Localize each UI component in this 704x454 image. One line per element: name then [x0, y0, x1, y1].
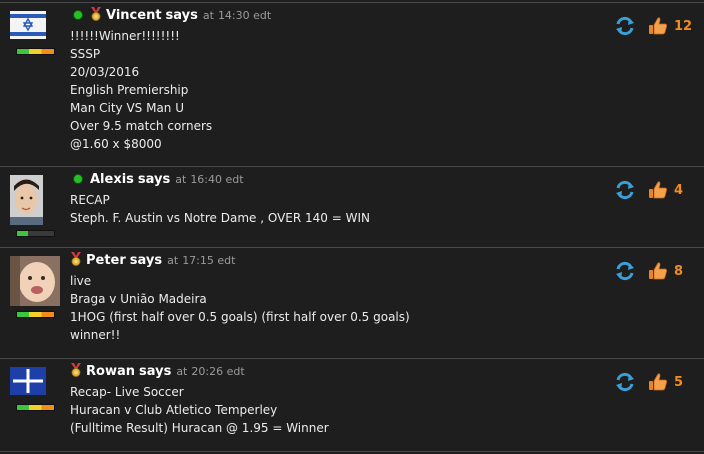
baby-photo-avatar[interactable] [10, 256, 60, 306]
thumbs-up-icon[interactable] [648, 372, 668, 392]
alexis-photo-avatar[interactable] [10, 175, 43, 225]
refresh-icon[interactable] [614, 15, 636, 37]
rank-bar-fill [17, 49, 54, 54]
author-name[interactable]: Peter [86, 253, 126, 268]
comment-header: Peter says at 17:15 edt [70, 251, 235, 269]
comment-line: SSSP [70, 47, 101, 61]
comment-line: @1.60 x $8000 [70, 137, 162, 151]
comment-divider [0, 247, 704, 248]
author-name[interactable]: Rowan [86, 364, 135, 379]
at-label: at [176, 364, 188, 378]
rank-bar [16, 48, 55, 55]
comment-actions: 12 [614, 15, 692, 37]
comment-header: Alexis says at 16:40 edt [70, 170, 244, 188]
refresh-icon[interactable] [614, 371, 636, 393]
author-name[interactable]: Vincent [106, 8, 162, 23]
comment-timestamp[interactable]: 20:26 edt [191, 365, 244, 378]
like-count: 12 [674, 18, 693, 34]
comment-body: !!!!!!Winner!!!!!!!! SSSP 20/03/2016 Englis… [70, 27, 212, 153]
comment-line: (Fulltime Result) Huracan @ 1.95 = Winne… [70, 421, 329, 435]
comment-line: Huracan v Club Atletico Temperley [70, 403, 278, 417]
like-count: 4 [674, 182, 684, 198]
medal-icon [70, 362, 82, 380]
says-label: says [129, 252, 163, 268]
online-status-icon [73, 10, 83, 20]
eureka-flag-avatar[interactable] [10, 367, 46, 395]
comment-line: !!!!!!Winner!!!!!!!! [70, 29, 180, 43]
comment-timestamp[interactable]: 14:30 edt [218, 9, 271, 22]
comment-divider [0, 358, 704, 359]
refresh-icon[interactable] [614, 260, 636, 282]
comment-actions: 4 [614, 179, 683, 201]
comment-body: Recap- Live Soccer Huracan v Club Atletic… [70, 383, 329, 437]
comment-body: live Braga v União Madeira 1HOG (first hal… [70, 272, 410, 344]
says-label: says [137, 171, 171, 187]
comment-header: Vincent says at 14:30 edt [70, 6, 271, 24]
comment-divider [0, 166, 704, 167]
israel-flag-avatar[interactable] [10, 11, 46, 39]
at-label: at [202, 8, 214, 22]
like-count: 5 [674, 374, 684, 390]
comment-line: 1HOG (first half over 0.5 goals) (first … [70, 310, 410, 324]
thumbs-up-icon[interactable] [648, 261, 668, 281]
at-label: at [175, 172, 187, 186]
comment-actions: 8 [614, 260, 683, 282]
rank-bar-fill [17, 231, 29, 236]
comment-actions: 5 [614, 371, 683, 393]
rank-bar [16, 404, 55, 411]
comment-line: Braga v União Madeira [70, 292, 207, 306]
says-label: says [138, 363, 172, 379]
says-label: says [165, 7, 198, 23]
comment-body: RECAP Steph. F. Austin vs Notre Dame , OV… [70, 191, 370, 227]
comment-line: Over 9.5 match corners [70, 119, 213, 133]
like-count: 8 [674, 263, 684, 279]
top-divider [0, 2, 704, 3]
rank-bar [16, 311, 55, 318]
comment-line: RECAP [70, 193, 110, 207]
medal-icon [90, 6, 102, 24]
comment-line: English Premiership [70, 83, 189, 97]
rank-bar-fill [17, 405, 54, 410]
online-status-icon [73, 174, 83, 184]
medal-icon [70, 251, 82, 269]
rank-bar [16, 230, 55, 237]
comment-timestamp[interactable]: 16:40 edt [190, 173, 243, 186]
thumbs-up-icon[interactable] [648, 16, 668, 36]
comment-line: Recap- Live Soccer [70, 385, 184, 399]
thumbs-up-icon[interactable] [648, 180, 668, 200]
at-label: at [167, 253, 179, 267]
comment-line: Man City VS Man U [70, 101, 185, 115]
comment-timestamp[interactable]: 17:15 edt [182, 254, 235, 267]
comment-line: 20/03/2016 [70, 65, 140, 79]
refresh-icon[interactable] [614, 179, 636, 201]
comment-divider [0, 451, 704, 452]
comment-header: Rowan says at 20:26 edt [70, 362, 245, 380]
comment-line: live [70, 274, 92, 288]
rank-bar-fill [17, 312, 54, 317]
comment-line: winner!! [70, 328, 121, 342]
comment-line: Steph. F. Austin vs Notre Dame , OVER 14… [70, 211, 370, 225]
author-name[interactable]: Alexis [90, 172, 134, 187]
